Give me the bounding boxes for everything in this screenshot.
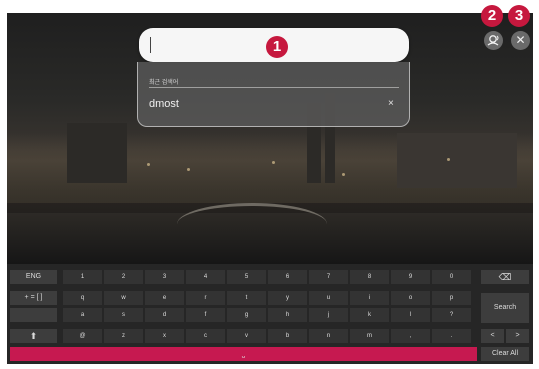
key-y[interactable]: y [268,291,307,305]
key-3[interactable]: 3 [145,270,184,284]
key-z[interactable]: z [104,329,143,343]
on-screen-keyboard: ENG + = [ ] ⬆ 1 2 3 4 5 6 7 8 9 0 q w e … [7,264,533,364]
close-icon: ✕ [515,33,526,47]
callout-badge-1: 1 [266,36,288,58]
recent-search-item[interactable]: dmost [149,98,179,110]
key-c[interactable]: c [186,329,225,343]
key-h[interactable]: h [268,308,307,322]
key-7[interactable]: 7 [309,270,348,284]
voice-search-icon [487,35,499,46]
key-a[interactable]: a [63,308,102,322]
tv-search-screen: 1 최근 검색어 dmost × 2 3 ✕ ENG + = [ ] ⬆ 1 2… [0,0,539,369]
key-r[interactable]: r [186,291,225,305]
background-building [67,123,127,183]
key-p[interactable]: p [432,291,471,305]
key-question[interactable]: ? [432,308,471,322]
key-w[interactable]: w [104,291,143,305]
backspace-key[interactable]: ⌫ [481,270,529,284]
key-9[interactable]: 9 [391,270,430,284]
key-m[interactable]: m [350,329,389,343]
key-e[interactable]: e [145,291,184,305]
space-key[interactable]: ⎵ [10,347,477,361]
shift-key[interactable]: ⬆ [10,329,57,343]
background-light [272,161,275,164]
clear-all-button[interactable]: Clear All [481,347,529,361]
cursor-left-key[interactable]: < [481,329,504,343]
key-8[interactable]: 8 [350,270,389,284]
key-5[interactable]: 5 [227,270,266,284]
key-x[interactable]: x [145,329,184,343]
key-q[interactable]: q [63,291,102,305]
voice-search-button[interactable] [484,31,503,50]
background-light [447,158,450,161]
key-o[interactable]: o [391,291,430,305]
background-building [397,133,517,188]
delete-recent-icon[interactable]: × [388,98,394,109]
key-g[interactable]: g [227,308,266,322]
recent-searches-title: 최근 검색어 [149,80,179,86]
key-0[interactable]: 0 [432,270,471,284]
key-s[interactable]: s [104,308,143,322]
callout-badge-3: 3 [508,5,530,27]
blank-key [10,308,57,322]
key-6[interactable]: 6 [268,270,307,284]
key-v[interactable]: v [227,329,266,343]
symbols-key[interactable]: + = [ ] [10,291,57,305]
key-2[interactable]: 2 [104,270,143,284]
key-at[interactable]: @ [63,329,102,343]
callout-badge-2: 2 [481,5,503,27]
key-comma[interactable]: , [391,329,430,343]
search-key[interactable]: Search [481,293,529,323]
cursor-right-key[interactable]: > [506,329,529,343]
text-cursor [150,37,151,53]
key-j[interactable]: j [309,308,348,322]
background-bridge [177,203,327,224]
recent-searches-panel: 최근 검색어 dmost × [137,62,410,127]
key-1[interactable]: 1 [63,270,102,284]
key-k[interactable]: k [350,308,389,322]
background-light [342,173,345,176]
key-l[interactable]: l [391,308,430,322]
divider [149,87,399,88]
key-f[interactable]: f [186,308,225,322]
key-period[interactable]: . [432,329,471,343]
key-t[interactable]: t [227,291,266,305]
backspace-icon: ⌫ [498,272,512,282]
background-light [147,163,150,166]
background-light [187,168,190,171]
close-button[interactable]: ✕ [511,31,530,50]
key-u[interactable]: u [309,291,348,305]
key-b[interactable]: b [268,329,307,343]
key-n[interactable]: n [309,329,348,343]
key-4[interactable]: 4 [186,270,225,284]
key-i[interactable]: i [350,291,389,305]
key-d[interactable]: d [145,308,184,322]
language-key[interactable]: ENG [10,270,57,284]
